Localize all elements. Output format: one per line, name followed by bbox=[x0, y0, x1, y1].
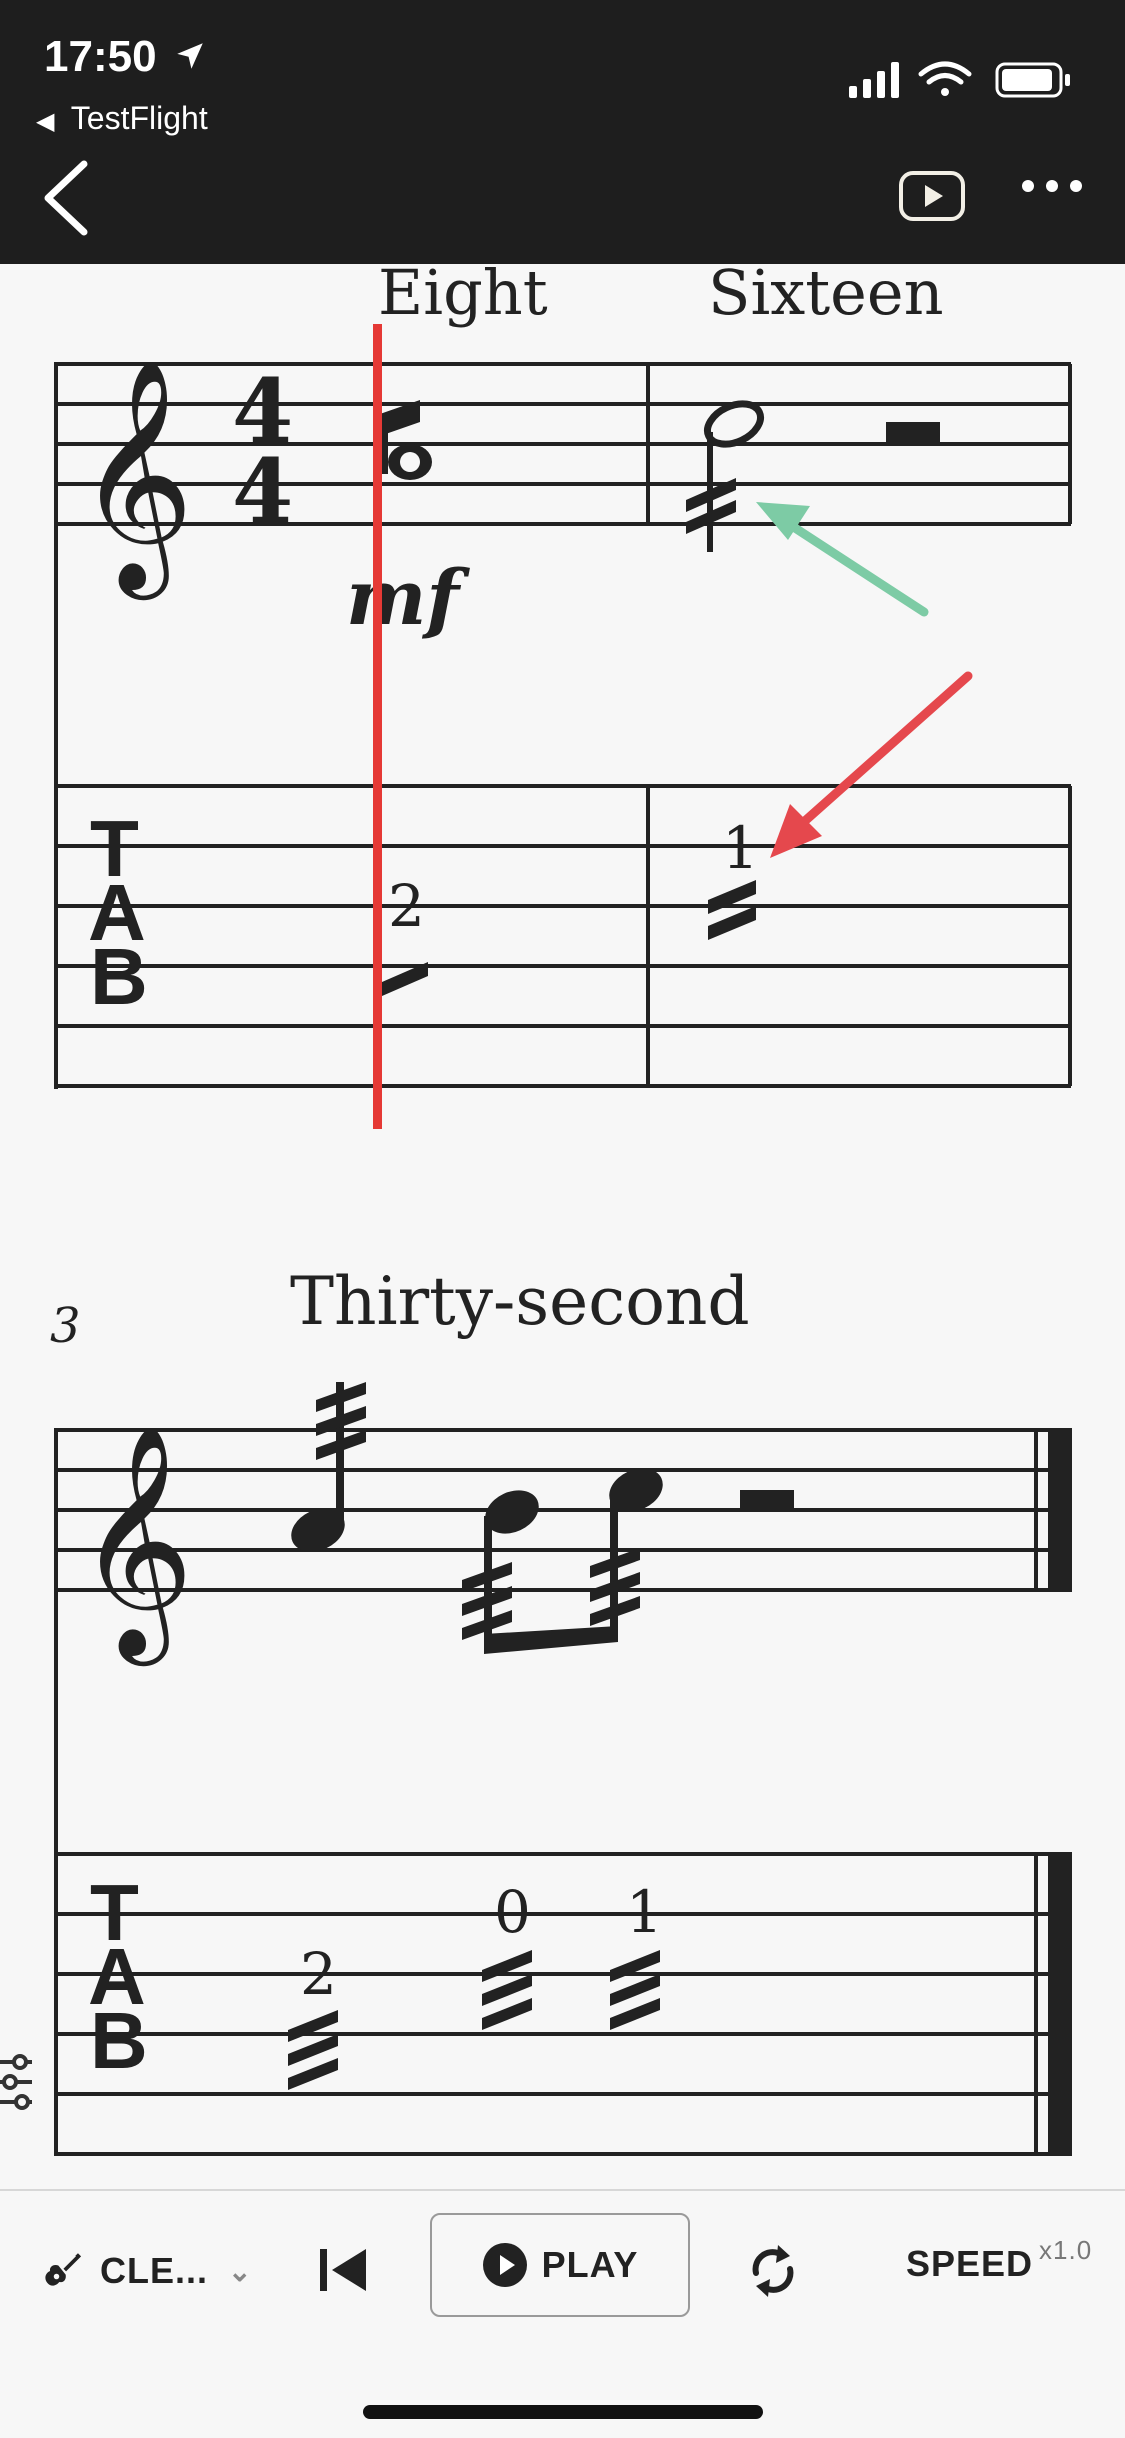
tab-fret: 2 bbox=[300, 1940, 337, 2008]
tab-fret: 1 bbox=[626, 1878, 663, 1946]
back-triangle-icon: ◀ bbox=[36, 108, 55, 135]
tab-staff-system-2 bbox=[54, 1852, 1071, 2156]
skip-back-icon bbox=[320, 2249, 366, 2291]
play-circle-icon bbox=[482, 2243, 527, 2287]
tab-staff-system-1 bbox=[54, 784, 1072, 1088]
staff-system-1 bbox=[54, 362, 1072, 1089]
loop-button[interactable] bbox=[748, 2243, 798, 2299]
note-eighth bbox=[380, 400, 432, 480]
repeat-icon bbox=[752, 2245, 794, 2297]
tab-slash bbox=[708, 880, 756, 914]
play-button[interactable]: PLAY bbox=[430, 2213, 690, 2317]
guitar-icon bbox=[45, 2253, 82, 2286]
status-icons bbox=[849, 60, 1089, 105]
measure-label-sixteen: Sixteen bbox=[708, 264, 944, 329]
tab-slash-group bbox=[288, 2010, 338, 2090]
wifi-icon bbox=[918, 61, 972, 96]
dynamic-marking: mf bbox=[346, 553, 470, 642]
note-half-tremolo bbox=[686, 400, 764, 552]
battery-icon bbox=[995, 62, 1070, 98]
green-arrow-annotation bbox=[756, 502, 929, 617]
score-view[interactable]: 𝄞 𝄞 4 4 T A B T A B Eight Sixteen 3 Thir… bbox=[0, 264, 1125, 2189]
measure-label-thirty-second: Thirty-second bbox=[290, 1263, 750, 1340]
speed-value: x1.0 bbox=[1039, 2234, 1093, 2265]
status-bar: 17:50 ◀ TestFlight bbox=[0, 0, 1125, 264]
home-indicator[interactable] bbox=[363, 2405, 763, 2419]
status-time: 17:50 bbox=[44, 32, 207, 82]
half-rest bbox=[886, 422, 940, 444]
sliders-icon[interactable] bbox=[0, 2054, 32, 2110]
treble-clef-icon: 𝄞 bbox=[76, 1423, 194, 1666]
tab-fret: 2 bbox=[388, 872, 425, 940]
playback-cursor bbox=[373, 324, 382, 1129]
tab-slash bbox=[708, 906, 756, 940]
red-arrow-annotation bbox=[770, 671, 973, 858]
treble-clef-icon: 𝄞 bbox=[76, 357, 194, 600]
tab-slash-group bbox=[610, 1950, 660, 2030]
speed-control[interactable]: SPEED x1.0 bbox=[906, 2235, 1092, 2285]
skip-back-button[interactable] bbox=[318, 2245, 370, 2295]
measure-label-eight: Eight bbox=[378, 264, 548, 329]
playback-toolbar: CLE... ⌄ PLAY SPEED x1.0 bbox=[0, 2189, 1125, 2438]
staff-system-2 bbox=[54, 1428, 1071, 2156]
tab-letter: B bbox=[90, 1996, 148, 2085]
final-barline-staff bbox=[1048, 1428, 1072, 1592]
tone-selector[interactable]: CLE... ⌄ bbox=[40, 2249, 252, 2293]
location-arrow-icon bbox=[177, 43, 203, 69]
youtube-icon[interactable] bbox=[898, 170, 966, 222]
tab-slash-group bbox=[482, 1950, 532, 2030]
measure-number: 3 bbox=[50, 1298, 81, 1354]
tab-letter: B bbox=[90, 932, 148, 1021]
tab-fret: 0 bbox=[494, 1878, 531, 1946]
half-rest bbox=[740, 1490, 794, 1512]
more-horizontal-icon[interactable] bbox=[1020, 176, 1084, 196]
tab-fret: 1 bbox=[722, 814, 759, 882]
final-barline-tab bbox=[1048, 1852, 1072, 2156]
time-signature: 4 bbox=[232, 439, 293, 543]
back-to-app[interactable]: ◀ TestFlight bbox=[36, 100, 208, 137]
beamed-notes-thirty-second bbox=[462, 1468, 663, 1654]
chevron-down-icon: ⌄ bbox=[228, 2255, 253, 2287]
chevron-left-icon[interactable] bbox=[36, 160, 96, 236]
signal-icon bbox=[849, 62, 899, 98]
